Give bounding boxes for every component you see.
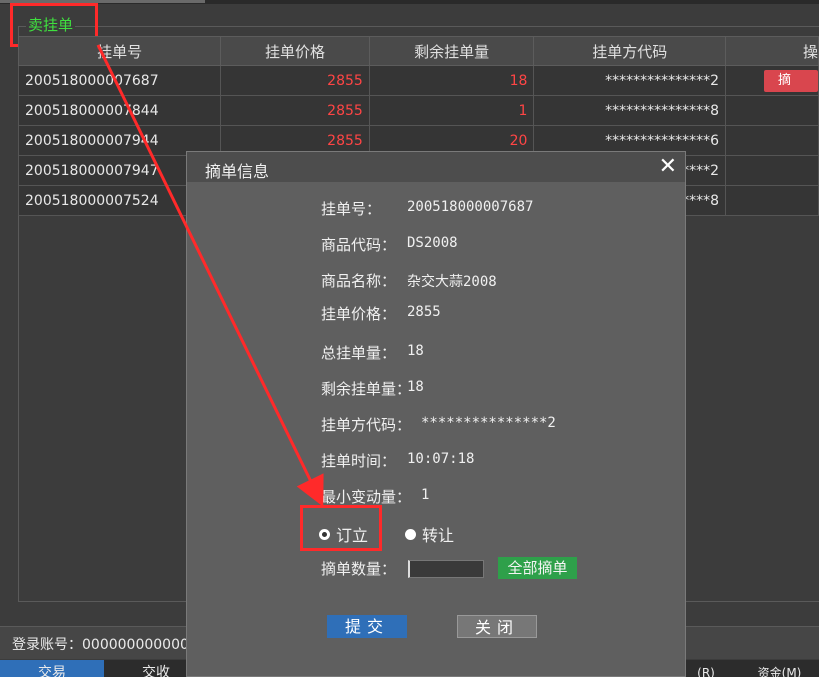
close-icon[interactable]: ✕ xyxy=(659,154,677,179)
field-label: 剩余挂单量： xyxy=(321,380,412,398)
field-label: 挂单方代码： xyxy=(321,416,412,434)
col-header-remaining[interactable]: 剩余挂单量 xyxy=(368,36,535,66)
cell-price: 2855 xyxy=(220,65,370,96)
tab-funds[interactable]: 资金(M) xyxy=(740,660,819,677)
field-value: 2855 xyxy=(407,304,441,320)
col-header-operation[interactable]: 操 xyxy=(724,36,819,66)
take-all-button[interactable]: 全部摘单 xyxy=(498,557,577,579)
field-product-name: 商品名称： 杂交大蒜2008 xyxy=(321,270,497,291)
field-remaining-qty: 剩余挂单量： 18 xyxy=(321,378,424,399)
field-value: 18 xyxy=(407,343,424,359)
field-value: 18 xyxy=(407,379,424,395)
dialog-title: 摘单信息 xyxy=(205,162,270,181)
tab-trade[interactable]: 交易 xyxy=(0,660,104,677)
field-total-qty: 总挂单量： 18 xyxy=(321,342,424,363)
take-order-button[interactable]: 摘 xyxy=(763,69,818,92)
col-header-party-code[interactable]: 挂单方代码 xyxy=(533,36,726,66)
take-qty-input[interactable] xyxy=(408,560,484,578)
field-label: 挂单价格： xyxy=(321,305,397,323)
qty-label: 摘单数量： xyxy=(321,560,397,578)
login-account-label: 登录账号：000000000000 xyxy=(12,637,189,653)
cell-operation: 摘 xyxy=(724,65,819,96)
close-button[interactable]: 关闭 xyxy=(457,615,537,638)
field-label: 最小变动量： xyxy=(321,488,412,506)
cell-party-code: ***************2 xyxy=(533,65,726,96)
cell-remaining: 18 xyxy=(368,65,535,96)
field-label: 总挂单量： xyxy=(321,344,397,362)
field-value: 10:07:18 xyxy=(407,451,475,467)
table-row[interactable]: 200518000007844 2855 1 ***************8 xyxy=(17,95,819,126)
field-party-code: 挂单方代码： ***************2 xyxy=(321,414,556,435)
field-value: 杂交大蒜2008 xyxy=(407,274,497,290)
field-value: 200518000007687 xyxy=(407,199,534,215)
annotation-box-radio xyxy=(300,505,382,551)
cell-party-code: ***************8 xyxy=(533,95,726,126)
radio-unchecked-icon xyxy=(405,529,416,540)
cell-operation xyxy=(724,185,819,216)
field-order-time: 挂单时间： 10:07:18 xyxy=(321,450,474,471)
window-top-strip xyxy=(0,0,819,4)
field-order-id: 挂单号： 200518000007687 xyxy=(321,198,533,219)
field-price: 挂单价格： 2855 xyxy=(321,303,441,324)
field-value: ***************2 xyxy=(421,415,556,431)
cell-order-id: 200518000007687 xyxy=(17,65,222,96)
field-min-change: 最小变动量： 1 xyxy=(321,486,429,507)
field-product-code: 商品代码： DS2008 xyxy=(321,234,458,255)
cell-operation xyxy=(724,155,819,186)
field-label: 挂单时间： xyxy=(321,452,397,470)
col-header-price[interactable]: 挂单价格 xyxy=(220,36,370,66)
field-label: 商品代码： xyxy=(321,236,397,254)
field-value: DS2008 xyxy=(407,235,458,251)
cell-operation xyxy=(724,95,819,126)
col-header-order-id[interactable]: 挂单号 xyxy=(17,36,222,66)
table-row[interactable]: 200518000007687 2855 18 ***************2… xyxy=(17,65,819,96)
cell-remaining: 1 xyxy=(368,95,535,126)
radio-transfer[interactable]: 转让 xyxy=(405,522,454,546)
field-value: 1 xyxy=(421,487,430,503)
radio-label: 转让 xyxy=(422,526,455,545)
field-label: 商品名称： xyxy=(321,272,397,290)
cell-order-id: 200518000007844 xyxy=(17,95,222,126)
submit-button[interactable]: 提交 xyxy=(327,615,407,638)
cell-operation xyxy=(724,125,819,156)
take-order-dialog: 摘单信息 ✕ 挂单号： 200518000007687 商品代码： DS2008 商… xyxy=(186,151,686,677)
field-label: 挂单号： xyxy=(321,200,382,218)
cell-price: 2855 xyxy=(220,95,370,126)
dialog-header: 摘单信息 ✕ xyxy=(187,152,685,182)
